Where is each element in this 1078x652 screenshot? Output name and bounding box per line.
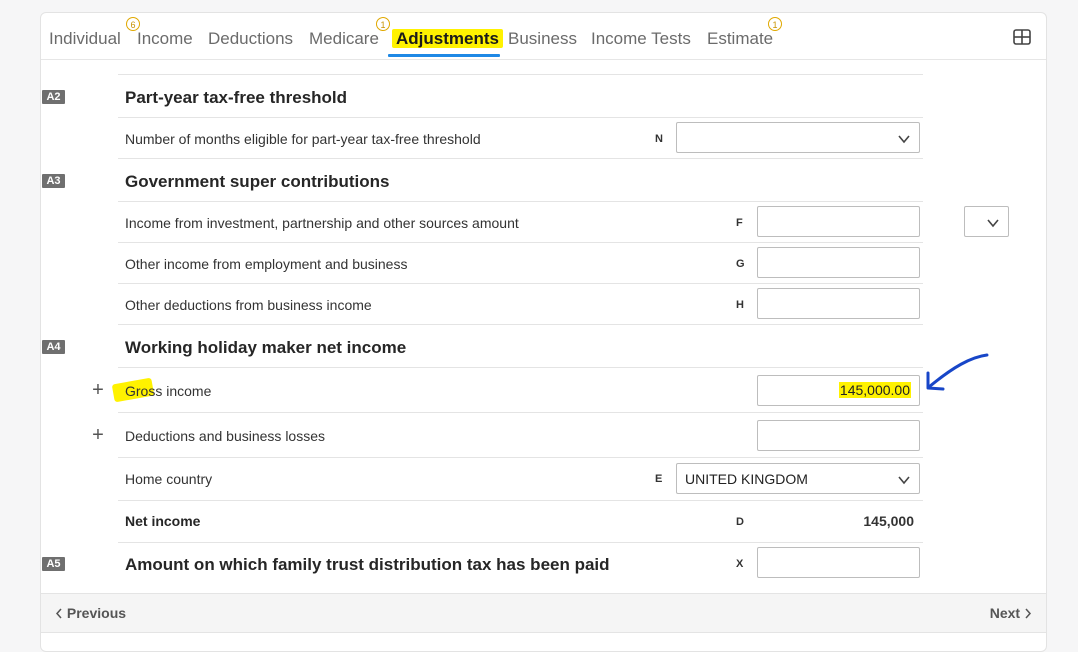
section-code-badge: A4: [42, 340, 65, 354]
divider: [118, 117, 923, 118]
gross-income-label: Gross income: [125, 383, 212, 399]
field-code-g: G: [736, 258, 745, 270]
divider: [118, 324, 923, 325]
field-code-f: F: [736, 217, 743, 229]
home-country-select[interactable]: UNITED KINGDOM: [676, 463, 920, 494]
section-title-part-year: Part-year tax-free threshold: [125, 88, 348, 107]
tab-individual[interactable]: Individual 6: [49, 17, 140, 49]
tab-label: Income: [137, 29, 193, 48]
chevron-down-icon: [987, 219, 999, 228]
chevron-down-icon: [898, 135, 910, 144]
investment-income-select[interactable]: [964, 206, 1009, 237]
footer-nav: Previous Next: [41, 593, 1046, 633]
section-code-badge: A3: [42, 174, 65, 188]
tab-adjustments[interactable]: Adjustments: [392, 29, 503, 49]
business-deductions-input[interactable]: [757, 288, 920, 319]
employment-income-label: Other income from employment and busines…: [125, 256, 408, 272]
tab-label: Adjustments: [392, 29, 503, 48]
tab-label: Estimate: [707, 29, 774, 48]
previous-label: Previous: [66, 605, 127, 621]
plus-icon[interactable]: +: [91, 425, 105, 445]
field-code-h: H: [736, 299, 744, 311]
field-code-e: E: [655, 473, 663, 485]
field-code-n: N: [655, 133, 663, 145]
divider: [118, 367, 923, 368]
family-trust-input[interactable]: [757, 547, 920, 578]
annotation-arrow-icon: [926, 353, 989, 391]
divider: [118, 457, 923, 458]
field-code-d: D: [736, 516, 744, 528]
tab-estimate[interactable]: Estimate 1: [707, 17, 782, 49]
gross-income-input[interactable]: 145,000.00: [757, 375, 920, 406]
section-title-super: Government super contributions: [125, 172, 390, 191]
tab-deductions[interactable]: Deductions: [208, 29, 293, 49]
divider: [118, 542, 923, 543]
tab-label: Business: [508, 29, 577, 48]
tab-medicare[interactable]: Medicare 1: [309, 17, 390, 49]
chevron-down-icon: [898, 476, 910, 485]
divider: [118, 283, 923, 284]
active-tab-indicator: [388, 54, 500, 57]
months-eligible-select[interactable]: [676, 122, 920, 153]
previous-button[interactable]: Previous: [55, 605, 126, 621]
plus-icon[interactable]: +: [91, 380, 105, 400]
net-income-value: 145,000: [863, 513, 914, 529]
tab-income-tests[interactable]: Income Tests: [591, 29, 691, 49]
divider: [118, 201, 923, 202]
divider: [118, 74, 923, 75]
adjustments-panel: Individual 6 Income Deductions Medicare …: [40, 12, 1047, 652]
next-button[interactable]: Next: [990, 605, 1032, 621]
net-income-label: Net income: [125, 513, 201, 529]
section-code-badge: A2: [42, 90, 65, 104]
section-title-family-trust: Amount on which family trust distributio…: [125, 555, 610, 574]
next-label: Next: [989, 605, 1021, 621]
tab-bar: Individual 6 Income Deductions Medicare …: [41, 13, 1046, 60]
tab-business[interactable]: Business: [508, 29, 577, 49]
divider: [118, 158, 923, 159]
chevron-left-icon: [55, 608, 62, 619]
select-value: UNITED KINGDOM: [685, 471, 808, 487]
months-eligible-label: Number of months eligible for part-year …: [125, 131, 481, 147]
grid-view-icon[interactable]: [1012, 27, 1032, 47]
section-code-badge: A5: [42, 557, 65, 571]
gross-income-value: 145,000.00: [838, 382, 911, 398]
tab-label: Individual: [49, 29, 121, 48]
tab-badge: 1: [376, 17, 390, 31]
tab-label: Deductions: [208, 29, 294, 48]
home-country-label: Home country: [125, 471, 213, 487]
field-code-x: X: [736, 558, 744, 570]
section-title-working-holiday: Working holiday maker net income: [125, 338, 407, 357]
investment-income-input[interactable]: [757, 206, 920, 237]
investment-income-label: Income from investment, partnership and …: [125, 215, 519, 231]
chevron-right-icon: [1025, 608, 1032, 619]
employment-income-input[interactable]: [757, 247, 920, 278]
deductions-losses-label: Deductions and business losses: [125, 428, 326, 444]
business-deductions-label: Other deductions from business income: [125, 297, 372, 313]
tab-income[interactable]: Income: [137, 29, 193, 49]
divider: [118, 500, 923, 501]
tab-label: Medicare: [309, 29, 379, 48]
tab-label: Income Tests: [591, 29, 691, 48]
deductions-losses-input[interactable]: [757, 420, 920, 451]
divider: [118, 242, 923, 243]
tab-badge: 1: [768, 17, 782, 31]
divider: [118, 412, 923, 413]
